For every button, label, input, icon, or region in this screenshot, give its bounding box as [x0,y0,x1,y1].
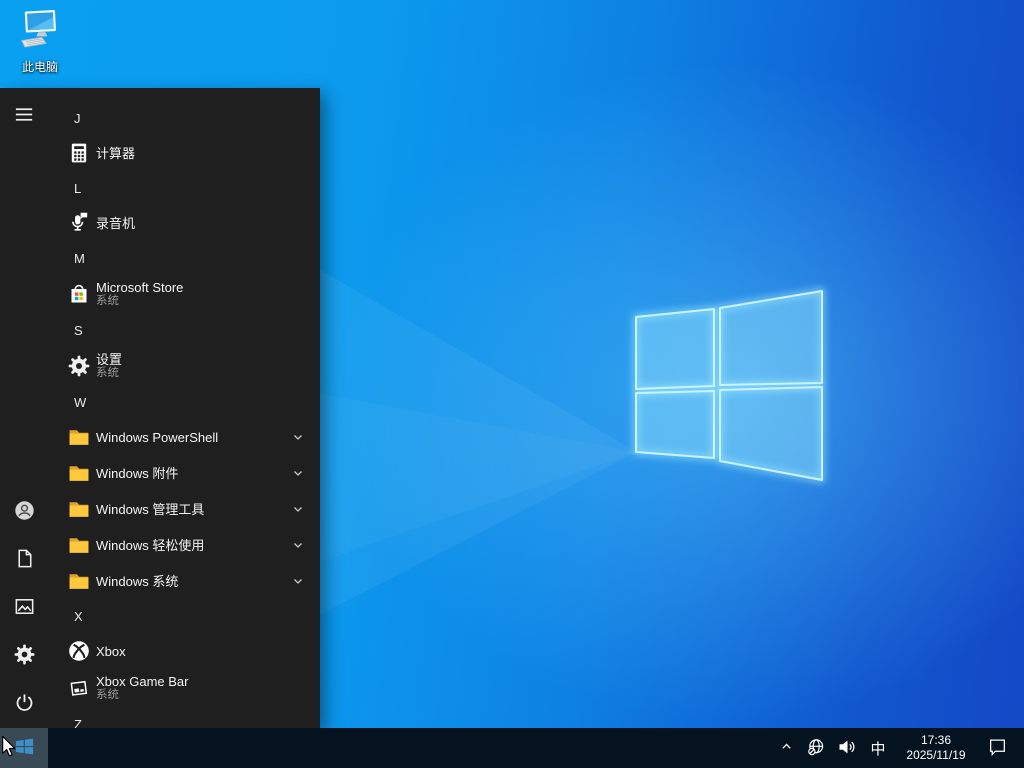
app-label: 计算器 [96,145,136,161]
folder-item-windows-accessories[interactable]: Windows 附件 [48,455,320,491]
section-header-S[interactable]: S [48,313,320,347]
voice-recorder-icon [67,211,91,235]
document-icon [13,547,36,573]
clock-time: 17:36 [920,733,952,747]
app-label: Windows 系统 [96,573,179,589]
system-tray: 中 17:36 2025/11/19 [775,728,1024,768]
action-center-button[interactable] [982,728,1012,768]
app-sublabel: 系统 [96,689,119,701]
power-button[interactable] [0,680,48,728]
gear-icon [13,643,36,669]
app-label: Windows PowerShell [96,429,219,445]
ime-indicator[interactable]: 中 [866,728,890,768]
section-letter: J [74,110,81,126]
app-item-settings[interactable]: 设置 系统 [48,347,320,385]
desktop-icon-this-pc[interactable]: 此电脑 [8,8,72,75]
folder-icon [67,497,91,521]
app-item-xbox[interactable]: Xbox [48,633,320,669]
section-letter: M [74,250,85,266]
this-pc-icon [16,10,64,56]
expand-menu-button[interactable] [0,92,48,140]
app-label: Xbox [96,643,126,659]
folder-icon [67,569,91,593]
start-menu-rail [0,88,48,728]
network-status-button[interactable] [804,728,828,768]
folder-icon [67,425,91,449]
user-account-button[interactable] [0,488,48,536]
section-letter: X [74,608,83,624]
app-label: 设置 [96,352,123,367]
pictures-icon [13,595,36,621]
app-item-voice-recorder[interactable]: 录音机 [48,205,320,241]
chevron-up-icon [780,740,793,756]
app-label: Xbox Game Bar [96,674,189,689]
show-hidden-icons-button[interactable] [775,728,797,768]
xbox-game-bar-icon [67,676,91,700]
chevron-down-icon [290,465,306,481]
section-letter: Z [74,716,82,729]
settings-gear-icon [67,354,91,378]
section-letter: S [74,322,83,338]
action-center-icon [988,737,1007,759]
app-label: 录音机 [96,215,136,231]
volume-button[interactable] [835,728,859,768]
app-sublabel: 系统 [96,295,119,307]
folder-item-windows-powershell[interactable]: Windows PowerShell [48,419,320,455]
network-offline-icon [807,738,825,759]
taskbar: 中 17:36 2025/11/19 [0,728,1024,768]
start-menu: J 计算器 L 录音机 M Microsoft Store 系统 S 设置 系统 W Windows … [0,88,320,728]
chevron-down-icon [290,501,306,517]
desktop-icon-label: 此电脑 [21,60,58,74]
microsoft-store-icon [67,282,91,306]
pictures-button[interactable] [0,584,48,632]
app-item-xbox-game-bar[interactable]: Xbox Game Bar 系统 [48,669,320,707]
start-menu-app-list: J 计算器 L 录音机 M Microsoft Store 系统 S 设置 系统 W Windows … [48,88,320,728]
folder-item-windows-system[interactable]: Windows 系统 [48,563,320,599]
section-header-L[interactable]: L [48,171,320,205]
section-letter: W [74,394,87,410]
chevron-down-icon [290,537,306,553]
folder-icon [67,533,91,557]
clock-date: 2025/11/19 [906,748,966,762]
folder-item-windows-ease-of-access[interactable]: Windows 轻松使用 [48,527,320,563]
app-label: Microsoft Store [96,280,184,295]
start-button[interactable] [0,728,48,768]
section-letter: L [74,180,82,196]
documents-button[interactable] [0,536,48,584]
app-item-microsoft-store[interactable]: Microsoft Store 系统 [48,275,320,313]
app-label: Windows 管理工具 [96,501,205,517]
hamburger-icon [13,103,36,129]
chevron-down-icon [290,573,306,589]
app-sublabel: 系统 [96,367,119,379]
section-header-J[interactable]: J [48,101,320,135]
chevron-down-icon [290,429,306,445]
settings-button[interactable] [0,632,48,680]
app-label: Windows 轻松使用 [96,537,205,553]
folder-icon [67,461,91,485]
taskbar-clock[interactable]: 17:36 2025/11/19 [897,728,975,768]
section-header-Z[interactable]: Z [48,707,320,729]
section-header-X[interactable]: X [48,599,320,633]
user-icon [13,499,36,525]
section-header-M[interactable]: M [48,241,320,275]
xbox-icon [67,639,91,663]
section-header-W[interactable]: W [48,385,320,419]
app-item-calculator[interactable]: 计算器 [48,135,320,171]
app-label: Windows 附件 [96,465,179,481]
folder-item-windows-admin-tools[interactable]: Windows 管理工具 [48,491,320,527]
volume-icon [838,738,856,759]
windows-start-icon [13,735,36,761]
power-icon [13,691,36,717]
calculator-icon [67,141,91,165]
